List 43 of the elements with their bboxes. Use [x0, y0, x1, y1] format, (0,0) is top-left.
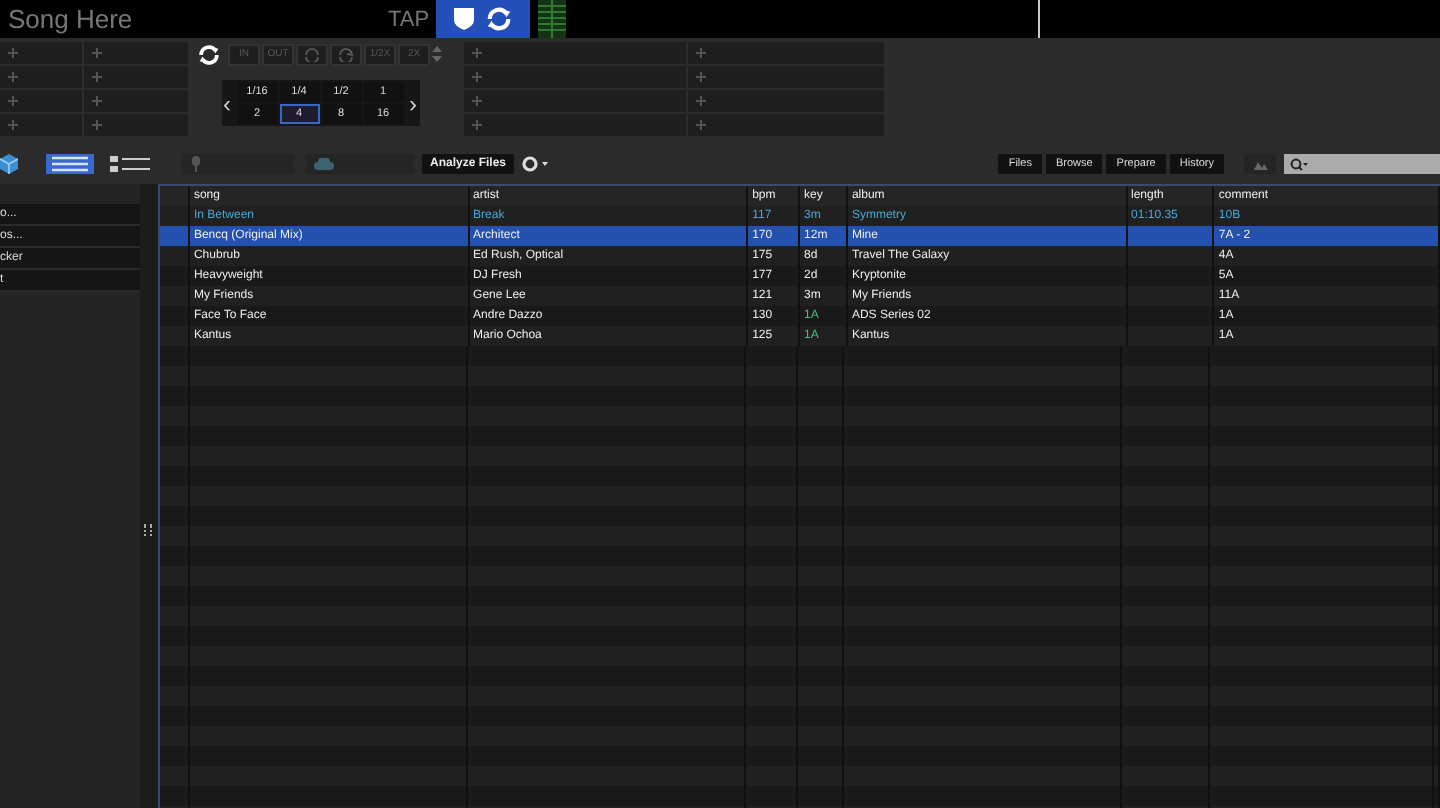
add-icon[interactable]	[696, 120, 706, 130]
add-icon[interactable]	[92, 48, 102, 58]
loop-icon	[338, 47, 354, 61]
search-icon	[1290, 157, 1308, 171]
sync-icon[interactable]	[486, 6, 512, 32]
add-icon[interactable]	[8, 72, 18, 82]
cloud-icon	[314, 158, 334, 170]
loop-icon	[304, 47, 320, 61]
list-view-button[interactable]	[46, 154, 94, 174]
add-icon[interactable]	[92, 72, 102, 82]
shield-icon	[454, 8, 474, 30]
add-icon[interactable]	[696, 72, 706, 82]
loop-icon[interactable]	[198, 43, 220, 65]
add-icon[interactable]	[696, 48, 706, 58]
add-icon[interactable]	[472, 120, 482, 130]
cloud-button[interactable]	[306, 154, 414, 174]
playhead-line	[1038, 0, 1040, 38]
add-icon[interactable]	[472, 48, 482, 58]
add-icon[interactable]	[8, 48, 18, 58]
cube-icon[interactable]	[0, 154, 18, 174]
previous-button[interactable]: ‹	[223, 93, 231, 113]
next-button[interactable]: ›	[409, 93, 417, 113]
add-icon[interactable]	[92, 120, 102, 130]
microphone-icon	[190, 156, 202, 172]
add-icon[interactable]	[92, 96, 102, 106]
add-icon[interactable]	[696, 96, 706, 106]
add-icon[interactable]	[472, 96, 482, 106]
detail-view-button[interactable]	[106, 154, 154, 174]
loop-button[interactable]	[330, 43, 362, 65]
level-meter	[538, 0, 566, 38]
image-icon	[1253, 159, 1267, 169]
tap-button[interactable]: TAP	[388, 7, 436, 31]
settings-icon[interactable]	[522, 156, 551, 172]
stepper-arrows[interactable]	[432, 44, 442, 64]
add-icon[interactable]	[472, 72, 482, 82]
search-field[interactable]	[1284, 154, 1440, 174]
song-title: Song Here	[8, 3, 133, 33]
artwork-button[interactable]	[1244, 154, 1276, 174]
add-icon[interactable]	[8, 120, 18, 130]
add-icon[interactable]	[8, 96, 18, 106]
record-button[interactable]	[182, 154, 294, 174]
loop-button[interactable]	[296, 43, 328, 65]
resize-handle[interactable]	[144, 524, 152, 536]
